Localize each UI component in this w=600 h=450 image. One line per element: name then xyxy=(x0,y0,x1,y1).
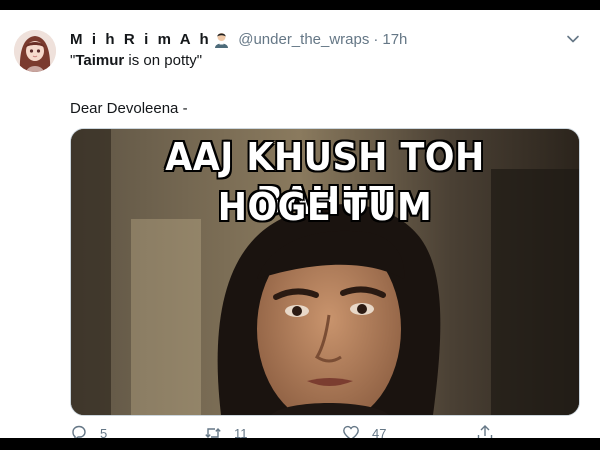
tweet-media-image[interactable]: AAJ KHUSH TOH BAHUT HOGE TUM xyxy=(70,128,580,416)
meme-caption-line2: HOGE TUM xyxy=(217,185,433,229)
tweet-text-line2: Dear Devoleena - xyxy=(70,100,188,117)
tweet-card: M i h R i m A h @under_the_wraps · 17h "… xyxy=(0,10,600,438)
retweet-button[interactable]: 11 xyxy=(204,424,248,438)
display-name[interactable]: M i h R i m A h xyxy=(70,31,211,48)
retweet-icon xyxy=(205,427,221,438)
share-icon xyxy=(477,425,493,438)
retweet-count: 11 xyxy=(234,425,248,439)
reply-button[interactable]: 5 xyxy=(70,424,107,438)
timestamp[interactable]: 17h xyxy=(382,31,407,48)
heart-icon xyxy=(343,425,359,438)
person-emoji-icon xyxy=(213,31,230,48)
separator-dot: · xyxy=(373,30,379,48)
tweet-header: M i h R i m A h @under_the_wraps · 17h xyxy=(70,29,560,49)
tweet-text-line1: "Taimur is on potty" xyxy=(70,52,202,69)
tweet-actions: 5 11 47 xyxy=(70,424,500,438)
reply-count: 5 xyxy=(100,425,108,439)
bold-word: Taimur xyxy=(75,52,125,69)
avatar[interactable] xyxy=(14,30,56,72)
reply-icon xyxy=(72,425,86,438)
like-button[interactable]: 47 xyxy=(342,424,386,438)
user-handle[interactable]: @under_the_wraps xyxy=(238,31,369,48)
like-count: 47 xyxy=(372,425,387,439)
text-rest: is on potty" xyxy=(124,52,203,69)
share-button[interactable] xyxy=(476,424,506,438)
chevron-down-icon[interactable] xyxy=(566,32,580,46)
